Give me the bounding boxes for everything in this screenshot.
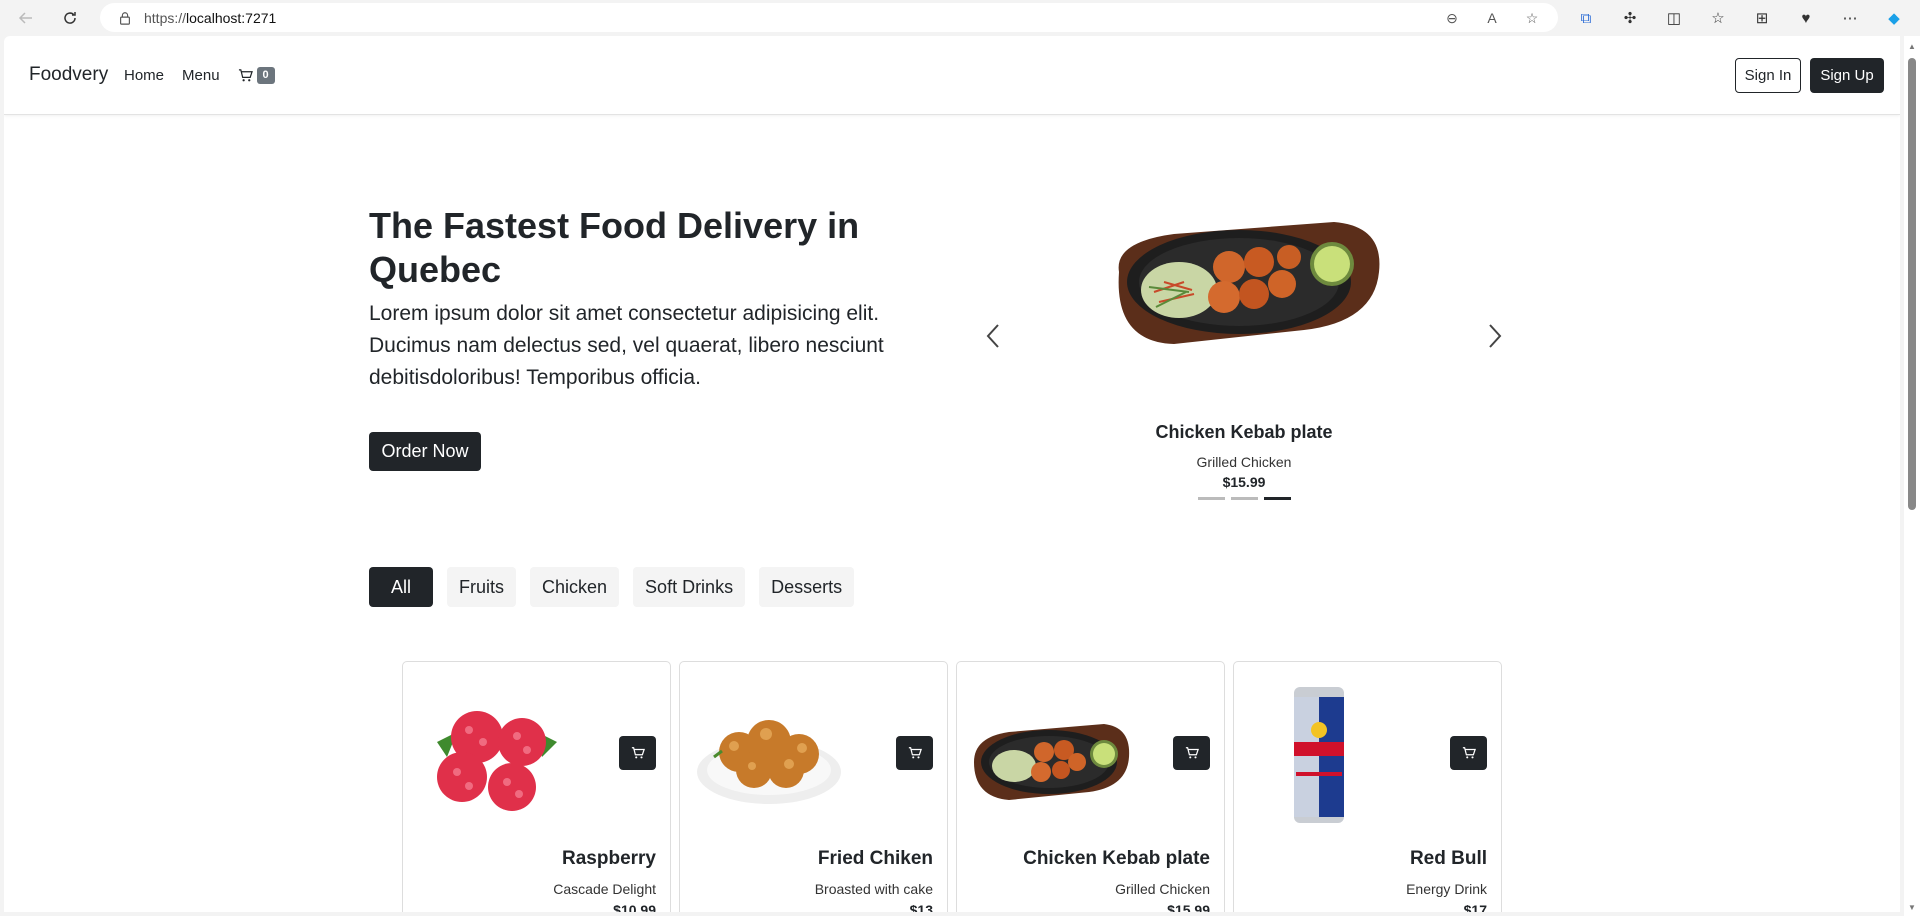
cart-icon xyxy=(908,747,922,759)
raspberry-image xyxy=(417,682,567,822)
url-text: https://localhost:7271 xyxy=(144,10,276,26)
product-card: Red Bull Energy Drink $17 xyxy=(1233,661,1502,912)
kebab-image xyxy=(969,682,1134,822)
favorite-star-icon[interactable]: ☆ xyxy=(1522,8,1542,28)
sign-up-button[interactable]: Sign Up xyxy=(1810,58,1884,93)
carousel-indicators xyxy=(1198,497,1291,500)
carousel-indicator-1[interactable] xyxy=(1198,497,1225,500)
scroll-down-icon[interactable]: ▼ xyxy=(1908,903,1916,912)
brand-logo[interactable]: Foodvery xyxy=(29,64,108,86)
back-icon[interactable] xyxy=(14,6,38,30)
product-description: Cascade Delight xyxy=(553,881,656,897)
product-description: Broasted with cake xyxy=(814,881,933,897)
extensions-icon[interactable]: ✣ xyxy=(1618,6,1642,30)
translate-icon[interactable]: ⧉ xyxy=(1574,6,1598,30)
product-name: Chicken Kebab plate xyxy=(1023,848,1210,869)
lock-icon[interactable] xyxy=(118,10,134,26)
carousel-item-price: $15.99 xyxy=(1222,474,1266,490)
filter-all[interactable]: All xyxy=(369,567,434,607)
page-viewport: Foodvery Home Menu 0 Sign In Sign Up The… xyxy=(4,36,1900,912)
red-bull-image xyxy=(1284,682,1354,823)
read-aloud-icon[interactable]: A xyxy=(1482,8,1502,28)
cart-count-badge: 0 xyxy=(256,67,275,84)
add-to-cart-button[interactable] xyxy=(619,736,656,770)
url-prefix: https:// xyxy=(144,9,187,26)
product-price: $10.99 xyxy=(613,902,656,912)
product-description: Grilled Chicken xyxy=(1115,881,1210,897)
product-price: $13 xyxy=(909,902,933,912)
product-price: $15.99 xyxy=(1167,902,1210,912)
url-host: localhost:7271 xyxy=(186,9,277,26)
carousel-prev-icon[interactable] xyxy=(982,321,1006,351)
favorites-icon[interactable]: ☆ xyxy=(1706,6,1730,30)
carousel-indicator-2[interactable] xyxy=(1231,497,1258,500)
category-filters: All Fruits Chicken Soft Drinks Desserts xyxy=(369,567,855,607)
hero-text: Lorem ipsum dolor sit amet consectetur a… xyxy=(369,302,884,389)
hero-title: The Fastest Food Delivery in Quebec xyxy=(369,205,860,290)
carousel-item-description: Grilled Chicken xyxy=(1196,454,1292,470)
filter-desserts[interactable]: Desserts xyxy=(759,567,855,607)
nav-cart[interactable]: 0 xyxy=(238,67,275,84)
add-to-cart-button[interactable] xyxy=(896,736,933,770)
product-name: Red Bull xyxy=(1409,848,1487,869)
browser-toolbar: https://localhost:7271 ⊖ A ☆ ⧉ ✣ ◫ ☆ ⊞ ♥… xyxy=(0,0,1920,36)
fried-chicken-image xyxy=(694,682,844,822)
product-name: Raspberry xyxy=(562,848,656,869)
nav-menu[interactable]: Menu xyxy=(182,67,220,84)
product-card: Fried Chiken Broasted with cake $13 xyxy=(679,661,948,912)
product-grid: Raspberry Cascade Delight $10.99 Fried C… xyxy=(402,661,1502,912)
carousel-next-icon[interactable] xyxy=(1482,321,1506,351)
carousel-image-kebab xyxy=(1104,212,1384,352)
product-card: Chicken Kebab plate Grilled Chicken $15.… xyxy=(956,661,1225,912)
cart-icon xyxy=(1462,747,1476,759)
add-to-cart-button[interactable] xyxy=(1173,736,1210,770)
product-card: Raspberry Cascade Delight $10.99 xyxy=(402,661,671,912)
copilot-icon[interactable]: ◆ xyxy=(1882,6,1906,30)
carousel-indicator-3[interactable] xyxy=(1264,497,1291,500)
more-menu-icon[interactable]: ⋯ xyxy=(1838,6,1862,30)
refresh-icon[interactable] xyxy=(58,6,82,30)
filter-chicken[interactable]: Chicken xyxy=(530,567,620,607)
scrollbar-thumb[interactable] xyxy=(1908,58,1916,510)
carousel-item-name: Chicken Kebab plate xyxy=(1155,422,1333,442)
product-price: $17 xyxy=(1463,902,1487,912)
address-bar[interactable]: https://localhost:7271 ⊖ A ☆ xyxy=(100,3,1558,32)
order-now-button[interactable]: Order Now xyxy=(369,432,481,471)
product-name: Fried Chiken xyxy=(817,848,933,869)
zoom-out-icon[interactable]: ⊖ xyxy=(1442,8,1462,28)
navbar: Foodvery Home Menu 0 Sign In Sign Up xyxy=(4,36,1900,115)
product-description: Energy Drink xyxy=(1406,881,1487,897)
nav-links: Home Menu 0 xyxy=(124,67,275,84)
sign-in-button[interactable]: Sign In xyxy=(1735,58,1801,93)
nav-home[interactable]: Home xyxy=(124,67,164,84)
filter-soft-drinks[interactable]: Soft Drinks xyxy=(633,567,746,607)
collections-icon[interactable]: ⊞ xyxy=(1750,6,1774,30)
cart-icon xyxy=(238,69,253,82)
cart-icon xyxy=(1185,747,1199,759)
split-screen-icon[interactable]: ◫ xyxy=(1662,6,1686,30)
heart-extension-icon[interactable]: ♥ xyxy=(1794,6,1818,30)
cart-icon xyxy=(631,747,645,759)
page-scrollbar[interactable]: ▲ ▼ xyxy=(1904,36,1920,916)
scroll-up-icon[interactable]: ▲ xyxy=(1908,42,1916,51)
filter-fruits[interactable]: Fruits xyxy=(447,567,517,607)
add-to-cart-button[interactable] xyxy=(1450,736,1487,770)
